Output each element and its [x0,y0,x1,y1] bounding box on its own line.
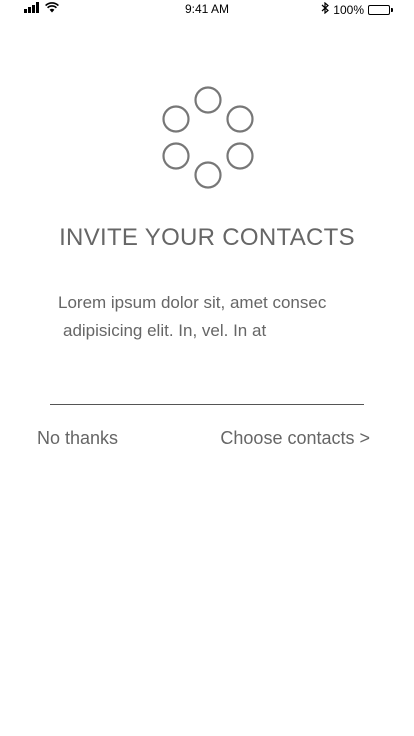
spinner-dot-upper-right [226,105,254,133]
battery-percent: 100% [333,2,364,17]
battery-cap [391,7,393,12]
description-line-1: Lorem ipsum dolor sit, amet consec [58,293,327,312]
spinner-dot-lower-right [226,142,254,170]
description-line-2: adipisicing elit. In, vel. In at [63,321,267,340]
spinner-dot-upper-left [162,105,190,133]
spinner-dot-bottom [194,161,222,189]
no-thanks-button[interactable]: No thanks [37,428,118,449]
loading-spinner-icon [160,86,258,190]
choose-contacts-button[interactable]: Choose contacts > [220,428,370,449]
spinner-dot-lower-left [162,142,190,170]
spinner-dot-top [194,86,222,114]
status-bar: 9:41 AM 100% [0,0,414,20]
description-text: Lorem ipsum dolor sit, amet consec adipi… [58,289,378,345]
divider [50,404,364,405]
page-title: INVITE YOUR CONTACTS [59,224,355,251]
battery-icon [368,4,393,15]
bluetooth-icon [321,1,330,17]
status-right: 100% [321,1,393,17]
